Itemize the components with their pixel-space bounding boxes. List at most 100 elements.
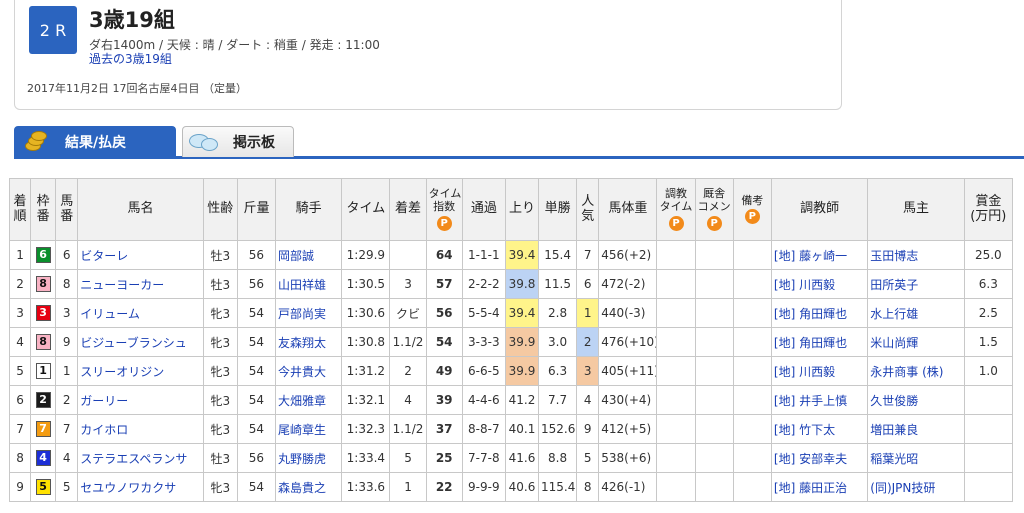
jockey-link[interactable]: 山田祥雄	[278, 278, 326, 292]
carried-weight-cell: 56	[236, 240, 277, 270]
owner-link[interactable]: 増田兼良	[870, 423, 918, 437]
training-time-cell	[656, 327, 696, 357]
last-3f-cell: 39.8	[504, 269, 540, 299]
notes-cell	[732, 269, 772, 299]
carried-weight-cell: 54	[236, 356, 277, 386]
table-row: 3 3 3 イリューム 牝3 54 戸部尚実 1:30.6 クビ 56 5-5-4 39.4 2.8 1 4…	[8, 298, 1014, 328]
trainer-link[interactable]: [地] 角田輝也	[774, 307, 847, 321]
horse-name-link[interactable]: カイホロ	[80, 423, 128, 437]
frame-badge: 4	[35, 450, 51, 466]
premium-icon[interactable]: P	[744, 209, 760, 225]
time-index-cell: 57	[425, 269, 463, 299]
jockey-link[interactable]: 丸野勝虎	[278, 452, 326, 466]
jockey-link[interactable]: 森島貴之	[278, 481, 326, 495]
table-row: 9 5 5 セユウノワカクサ 牝3 54 森島貴之 1:33.6 1 22 9-9-9 40.6 115…	[8, 472, 1014, 502]
frame-badge: 2	[35, 392, 51, 408]
time-index-cell: 64	[425, 240, 463, 270]
frame-number-cell: 4	[30, 443, 57, 473]
finish-time-cell: 1:30.6	[341, 298, 391, 328]
owner-link[interactable]: 水上行雄	[870, 307, 918, 321]
horse-number-cell: 2	[55, 385, 79, 415]
premium-icon[interactable]: P	[706, 215, 722, 231]
jockey-link[interactable]: 戸部尚実	[278, 307, 326, 321]
trainer-link[interactable]: [地] 藤田正治	[774, 481, 847, 495]
horse-name-link[interactable]: ステラエスペランサ	[80, 452, 187, 466]
notes-cell	[732, 472, 772, 502]
race-date-line: 2017年11月2日 17回名古屋4日目 （定量）	[27, 82, 247, 95]
jockey-link[interactable]: 今井貴大	[278, 365, 326, 379]
horse-name-link-cell: ニューヨーカー	[77, 269, 204, 299]
jockey-link[interactable]: 岡部誠	[278, 249, 314, 263]
passing-order-cell: 4-4-6	[461, 385, 506, 415]
popularity-cell: 9	[576, 414, 600, 444]
trainer-link[interactable]: [地] 井手上慎	[774, 394, 847, 408]
horse-name-link[interactable]: セユウノワカクサ	[80, 481, 176, 495]
owner-link[interactable]: 田所英子	[870, 278, 918, 292]
frame-badge: 5	[35, 479, 51, 495]
jockey-link[interactable]: 尾崎章生	[278, 423, 326, 437]
horse-name-link[interactable]: スリーオリジン	[80, 365, 164, 379]
col-horse-name: 馬名	[77, 178, 204, 241]
premium-icon[interactable]: P	[668, 215, 684, 231]
training-time-cell	[656, 443, 696, 473]
col-trainer: 調教師	[770, 178, 869, 241]
owner-link[interactable]: (同)JPN技研	[870, 481, 935, 495]
owner-link[interactable]: 玉田博志	[870, 249, 918, 263]
horse-name-link-cell: スリーオリジン	[77, 356, 204, 386]
owner-link[interactable]: 稲葉光昭	[870, 452, 918, 466]
trainer-link[interactable]: [地] 川西毅	[774, 278, 835, 292]
table-row: 4 8 9 ビジューブランシュ 牝3 54 友森翔太 1:30.8 1.1/2 54 3-3-3 39…	[8, 327, 1014, 357]
horse-name-link[interactable]: ビジューブランシュ	[80, 336, 186, 350]
last-3f-cell: 39.4	[504, 298, 540, 328]
sex-age-cell: 牝3	[202, 327, 238, 357]
tab-results[interactable]: 結果/払戻	[14, 126, 176, 157]
jockey-link-cell: 尾崎章生	[275, 414, 343, 444]
tab-message-board[interactable]: 掲示板	[182, 126, 294, 157]
trainer-link[interactable]: [地] 藤ヶ崎一	[774, 249, 847, 263]
time-index-cell: 22	[425, 472, 463, 502]
trainer-link[interactable]: [地] 竹下太	[774, 423, 835, 437]
col-notes: 備考 P	[732, 178, 772, 241]
last-3f-cell: 41.6	[504, 443, 540, 473]
margin-cell: 4	[389, 385, 427, 415]
owner-link-cell: (同)JPN技研	[867, 472, 965, 502]
horse-name-link[interactable]: ビターレ	[80, 249, 128, 263]
owner-link[interactable]: 久世俊勝	[870, 394, 918, 408]
trainer-link-cell: [地] 角田輝也	[770, 327, 869, 357]
col-training-time: 調教 タイム P	[656, 178, 696, 241]
popularity-cell: 3	[576, 356, 600, 386]
trainer-link-cell: [地] 竹下太	[770, 414, 869, 444]
training-time-cell	[656, 414, 696, 444]
passing-order-cell: 7-7-8	[461, 443, 506, 473]
last-3f-cell: 39.9	[504, 356, 540, 386]
prize-cell	[963, 443, 1014, 473]
past-races-link[interactable]: 過去の3歳19組	[89, 50, 172, 67]
margin-cell: 1.1/2	[389, 414, 427, 444]
popularity-cell: 7	[576, 240, 600, 270]
jockey-link[interactable]: 大畑雅章	[278, 394, 326, 408]
time-index-cell: 25	[425, 443, 463, 473]
trainer-link[interactable]: [地] 川西毅	[774, 365, 835, 379]
prize-cell: 25.0	[963, 240, 1014, 270]
trainer-link[interactable]: [地] 安部幸夫	[774, 452, 847, 466]
prize-cell	[963, 414, 1014, 444]
trainer-link[interactable]: [地] 角田輝也	[774, 336, 847, 350]
body-weight-cell: 538(+6)	[598, 443, 658, 473]
jockey-link[interactable]: 友森翔太	[278, 336, 326, 350]
win-odds-cell: 6.3	[538, 356, 578, 386]
col-prize: 賞金 (万円)	[963, 178, 1014, 241]
time-index-cell: 37	[425, 414, 463, 444]
horse-name-link[interactable]: ニューヨーカー	[80, 278, 164, 292]
horse-name-link[interactable]: イリューム	[80, 307, 140, 321]
owner-link[interactable]: 永井商事 (株)	[870, 365, 943, 379]
finish-order-cell: 7	[8, 414, 32, 444]
notes-cell	[732, 356, 772, 386]
owner-link-cell: 稲葉光昭	[867, 443, 965, 473]
notes-cell	[732, 298, 772, 328]
body-weight-cell: 430(+4)	[598, 385, 658, 415]
frame-badge: 1	[35, 363, 51, 379]
owner-link[interactable]: 米山尚輝	[870, 336, 918, 350]
horse-name-link[interactable]: ガーリー	[80, 394, 128, 408]
table-row: 5 1 1 スリーオリジン 牝3 54 今井貴大 1:31.2 2 49 6-6-5 39.9 6.3 3…	[8, 356, 1014, 386]
premium-icon[interactable]: P	[436, 215, 452, 231]
